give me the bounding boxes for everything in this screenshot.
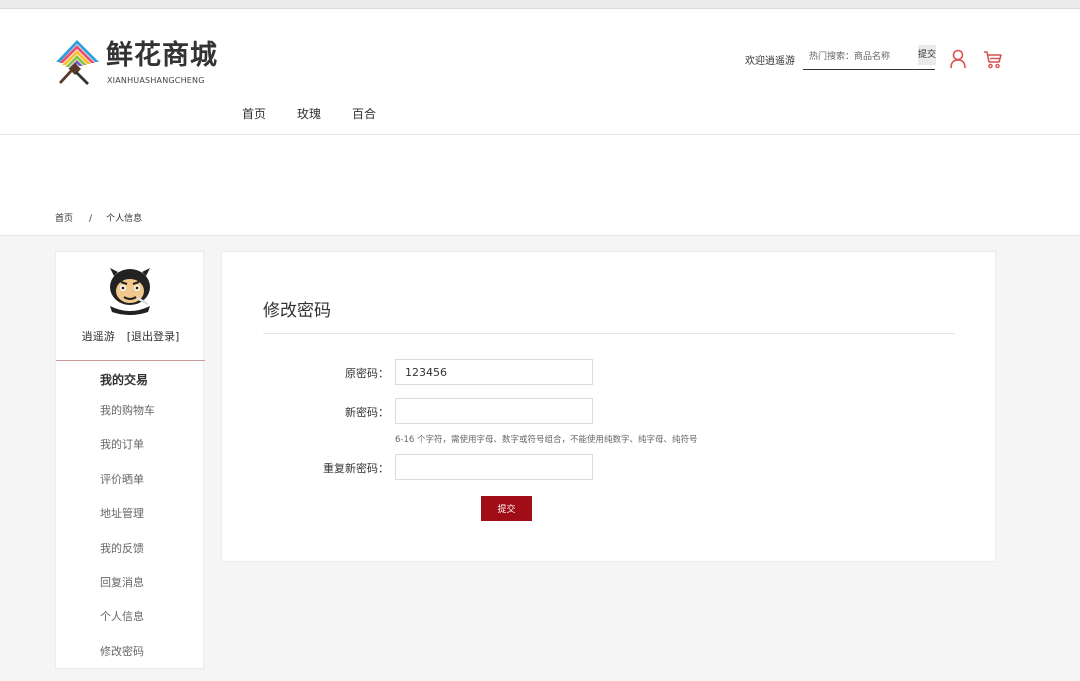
cart-icon[interactable] (983, 50, 1003, 69)
breadcrumb: 首页 / 个人信息 (55, 211, 142, 224)
sidebar-item-addresses[interactable]: 地址管理 (100, 506, 155, 540)
repeat-password-field[interactable] (395, 454, 593, 480)
sidebar-item-reviews[interactable]: 评价晒单 (100, 472, 155, 506)
breadcrumb-current: 个人信息 (106, 214, 143, 224)
title-divider (263, 333, 955, 334)
new-password-label: 新密码： (345, 406, 389, 419)
old-password-field[interactable] (395, 359, 593, 385)
sidebar-item-messages[interactable]: 回复消息 (100, 575, 155, 609)
main-nav: 首页 玫瑰 百合 (242, 105, 407, 122)
header-divider (0, 134, 1080, 135)
sidebar-item-feedback[interactable]: 我的反馈 (100, 541, 155, 575)
avatar (110, 268, 150, 315)
user-info: 逍遥游 [退出登录] (56, 328, 205, 344)
sidebar-item-orders[interactable]: 我的订单 (100, 437, 155, 471)
logout-link[interactable]: [退出登录] (127, 330, 180, 343)
brand-subtitle: XIANHUASHANGCHENG (107, 76, 205, 85)
search-input[interactable] (809, 49, 917, 65)
browser-top-strip (0, 0, 1080, 9)
page-title: 修改密码 (263, 301, 331, 321)
search-box: 提交 (803, 45, 936, 70)
sidebar-divider (56, 360, 205, 361)
user-icon[interactable] (949, 49, 967, 69)
password-hint: 6-16 个字符，需使用字母、数字或符号组合，不能使用纯数字、纯字母、纯符号 (395, 435, 698, 445)
repeat-password-label: 重复新密码： (323, 462, 389, 475)
sidebar-item-profile[interactable]: 个人信息 (100, 609, 155, 643)
sidebar-item-cart[interactable]: 我的购物车 (100, 403, 155, 437)
breadcrumb-home[interactable]: 首页 (55, 214, 73, 224)
logo-mark-icon (56, 40, 99, 85)
new-password-field[interactable] (395, 398, 593, 424)
sidebar-menu: 我的购物车 我的订单 评价晒单 地址管理 我的反馈 回复消息 个人信息 修改密码 (100, 403, 155, 678)
nav-item-lily[interactable]: 百合 (352, 105, 376, 122)
nav-item-home[interactable]: 首页 (242, 105, 266, 122)
submit-button[interactable]: 提交 (481, 496, 532, 521)
old-password-label: 原密码： (345, 367, 389, 380)
sidebar-section-title: 我的交易 (100, 373, 149, 387)
site-logo[interactable]: 鲜花商城 XIANHUASHANGCHENG (55, 38, 225, 90)
breadcrumb-separator: / (89, 214, 93, 224)
brand-title: 鲜花商城 (106, 40, 218, 71)
username: 逍遥游 (81, 330, 115, 343)
change-password-panel: 修改密码 原密码： 新密码： 6-16 个字符，需使用字母、数字或符号组合，不能… (221, 251, 996, 562)
search-submit-button[interactable]: 提交 (918, 45, 936, 65)
sidebar-item-change-password[interactable]: 修改密码 (100, 644, 155, 678)
user-sidebar: 逍遥游 [退出登录] 我的交易 我的购物车 我的订单 评价晒单 地址管理 我的反馈… (55, 251, 205, 669)
nav-item-rose[interactable]: 玫瑰 (297, 105, 321, 122)
welcome-text: 欢迎逍遥游 (745, 56, 795, 67)
